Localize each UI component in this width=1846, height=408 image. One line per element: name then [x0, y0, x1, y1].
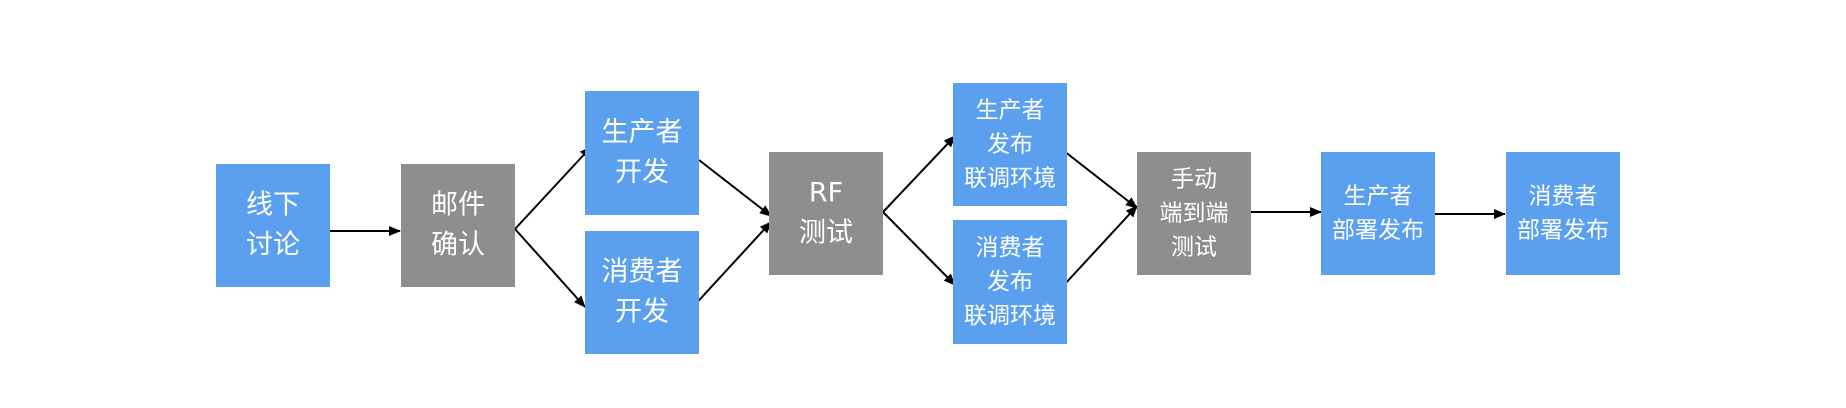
nodes-layer: 线下讨论邮件确认生产者开发消费者开发RF 测试生产者发布联调环境消费者发布联调环境…: [216, 83, 1620, 354]
node-label-line: 开发: [615, 296, 669, 327]
node-box-rf-test: [769, 152, 883, 275]
node-rf-test: RF 测试: [769, 152, 883, 275]
node-label-line: 邮件: [431, 189, 485, 220]
arrow-rf-test-to-consumer-publish: [882, 211, 956, 286]
node-consumer-deploy: 消费者部署发布: [1506, 152, 1620, 275]
arrow-email-confirm-to-consumer-dev: [514, 228, 586, 308]
node-label-line: RF: [809, 177, 843, 208]
node-offline-discussion: 线下讨论: [216, 164, 330, 287]
node-label-line: 测试: [799, 217, 853, 248]
node-label-line: 消费者: [602, 256, 683, 287]
node-producer-publish: 生产者发布联调环境: [953, 83, 1067, 206]
node-box-producer-dev: [585, 91, 699, 215]
node-box-email-confirm: [401, 164, 515, 287]
node-label-line: 测试: [1171, 234, 1217, 260]
node-box-offline-discussion: [216, 164, 330, 287]
node-label-line: 手动: [1171, 166, 1217, 192]
node-label-line: 消费者: [1529, 183, 1598, 209]
node-label-line: 开发: [615, 157, 669, 188]
node-label-line: 确认: [431, 229, 485, 260]
node-label-line: 生产者: [1344, 183, 1413, 209]
node-label-line: 讨论: [246, 229, 300, 260]
arrow-consumer-publish-to-manual-e2e-test: [1063, 205, 1138, 286]
node-box-consumer-dev: [585, 231, 699, 354]
node-producer-deploy: 生产者部署发布: [1321, 152, 1435, 275]
node-consumer-publish: 消费者发布联调环境: [953, 220, 1067, 344]
node-label-line: 联调环境: [964, 165, 1056, 191]
node-label-line: 发布: [987, 131, 1033, 157]
node-label-line: 端到端: [1160, 200, 1229, 226]
node-label-line: 部署发布: [1332, 217, 1424, 243]
node-label-line: 联调环境: [964, 303, 1056, 329]
arrow-producer-dev-to-rf-test: [698, 159, 772, 217]
node-producer-dev: 生产者开发: [585, 91, 699, 215]
arrow-consumer-dev-to-rf-test: [690, 221, 772, 310]
node-label-line: 生产者: [976, 97, 1045, 123]
arrow-producer-publish-to-manual-e2e-test: [1063, 150, 1138, 209]
arrow-rf-test-to-producer-publish: [882, 135, 956, 213]
node-label-line: 线下: [246, 189, 300, 220]
node-box-producer-deploy: [1321, 152, 1435, 275]
node-consumer-dev: 消费者开发: [585, 231, 699, 354]
node-manual-e2e-test: 手动端到端测试: [1137, 152, 1251, 275]
flow-diagram: 线下讨论邮件确认生产者开发消费者开发RF 测试生产者发布联调环境消费者发布联调环境…: [216, 83, 1620, 354]
node-label-line: 生产者: [602, 117, 683, 148]
node-label-line: 消费者: [976, 235, 1045, 261]
node-box-consumer-deploy: [1506, 152, 1620, 275]
arrow-email-confirm-to-producer-dev: [514, 146, 592, 230]
node-label-line: 部署发布: [1517, 217, 1609, 243]
node-label-line: 发布: [987, 269, 1033, 295]
node-email-confirm: 邮件确认: [401, 164, 515, 287]
